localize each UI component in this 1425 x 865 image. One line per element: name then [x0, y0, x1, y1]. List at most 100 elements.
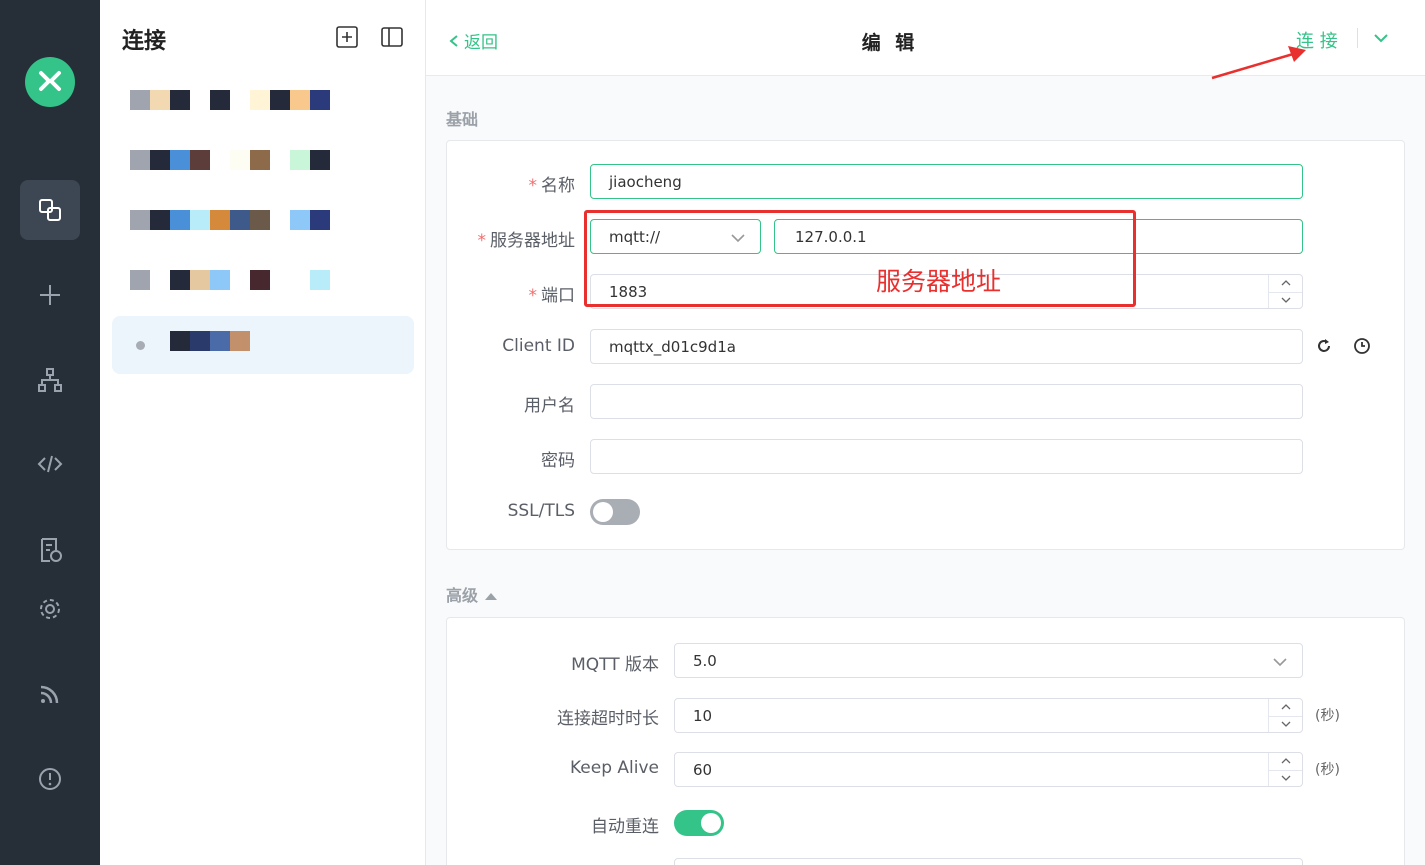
connection-name-redacted	[130, 270, 330, 290]
code-icon[interactable]	[20, 434, 80, 494]
redaction-pixel	[310, 270, 330, 290]
connections-icon[interactable]	[20, 180, 80, 240]
redaction-pixel	[190, 90, 210, 110]
redaction-pixel	[190, 210, 210, 230]
redaction-pixel	[250, 150, 270, 170]
redaction-pixel	[190, 270, 210, 290]
host-label: * 服务器地址	[477, 231, 576, 251]
connection-name-redacted	[130, 90, 330, 110]
timeout-unit: (秒)	[1315, 708, 1340, 724]
connection-name-redacted	[170, 331, 250, 351]
redaction-pixel	[310, 210, 330, 230]
redaction-pixel	[290, 270, 310, 290]
redaction-pixel	[270, 270, 290, 290]
connection-item[interactable]	[112, 70, 414, 128]
name-label: * 名称	[528, 176, 576, 196]
redaction-pixel	[250, 210, 270, 230]
ssl-label: SSL/TLS	[507, 501, 575, 521]
keepalive-input[interactable]: 60	[674, 752, 1303, 787]
chevron-up-icon[interactable]	[1281, 757, 1291, 765]
log-icon[interactable]	[20, 520, 80, 580]
keepalive-unit: (秒)	[1315, 762, 1340, 778]
redaction-pixel	[270, 210, 290, 230]
timeout-stepper[interactable]	[1268, 699, 1302, 732]
redaction-pixel	[230, 150, 250, 170]
password-label: 密码	[541, 451, 575, 471]
chevron-down-icon[interactable]	[1373, 30, 1389, 46]
chevron-down-icon[interactable]	[1281, 720, 1291, 728]
redaction-pixel	[270, 90, 290, 110]
redaction-pixel	[170, 210, 190, 230]
password-input[interactable]	[590, 439, 1303, 474]
connection-item[interactable]	[112, 130, 414, 188]
advanced-settings-card: MQTT 版本 5.0 连接超时时长 10 (秒) Keep Alive 60 …	[446, 617, 1405, 865]
next-field-input[interactable]	[674, 858, 1303, 865]
name-input[interactable]: jiaocheng	[590, 164, 1303, 199]
redaction-pixel	[170, 90, 190, 110]
redaction-pixel	[310, 90, 330, 110]
info-icon[interactable]	[20, 749, 80, 809]
redaction-pixel	[170, 270, 190, 290]
toggle-sidebar-icon[interactable]	[381, 26, 403, 48]
chevron-down-icon[interactable]	[1281, 296, 1291, 304]
feed-icon[interactable]	[20, 664, 80, 724]
redaction-pixel	[190, 150, 210, 170]
sidebar-title: 连接	[122, 29, 167, 54]
username-label: 用户名	[524, 396, 575, 416]
redaction-pixel	[210, 150, 230, 170]
redaction-pixel	[150, 150, 170, 170]
app-rail	[0, 0, 100, 865]
port-stepper[interactable]	[1268, 275, 1302, 308]
mqtt-version-select[interactable]: 5.0	[674, 643, 1303, 678]
gear-icon[interactable]	[20, 579, 80, 639]
plus-icon[interactable]	[20, 265, 80, 325]
redaction-pixel	[150, 90, 170, 110]
username-input[interactable]	[590, 384, 1303, 419]
connection-item[interactable]	[112, 250, 414, 308]
timeout-label: 连接超时时长	[557, 709, 659, 729]
divider	[1357, 28, 1358, 48]
redaction-pixel	[290, 150, 310, 170]
section-advanced-title[interactable]: 高级	[446, 582, 498, 606]
caret-up-icon	[484, 593, 497, 600]
redaction-pixel	[230, 210, 250, 230]
timeout-input[interactable]: 10	[674, 698, 1303, 733]
client-id-label: Client ID	[502, 336, 575, 356]
connection-item[interactable]	[112, 190, 414, 248]
basic-settings-card: * 名称 jiaocheng * 服务器地址 mqtt:// 127.0.0.1 *…	[446, 140, 1405, 550]
redaction-pixel	[250, 270, 270, 290]
chevron-up-icon[interactable]	[1281, 703, 1291, 711]
redaction-pixel	[290, 90, 310, 110]
mqttx-logo[interactable]	[25, 57, 75, 107]
redaction-pixel	[210, 270, 230, 290]
redaction-pixel	[210, 90, 230, 110]
redaction-pixel	[210, 210, 230, 230]
redaction-pixel	[230, 90, 250, 110]
chevron-up-icon[interactable]	[1281, 279, 1291, 287]
topology-icon[interactable]	[20, 350, 80, 410]
ssl-toggle[interactable]	[590, 499, 640, 525]
redaction-pixel	[130, 90, 150, 110]
mqtt-version-label: MQTT 版本	[571, 655, 659, 675]
connection-item-active[interactable]	[112, 316, 414, 374]
keepalive-stepper[interactable]	[1268, 753, 1302, 786]
redaction-pixel	[270, 150, 290, 170]
redaction-pixel	[230, 331, 250, 351]
section-basic-title: 基础	[446, 110, 479, 129]
connection-name-redacted	[130, 210, 330, 230]
reconnect-toggle[interactable]	[674, 810, 724, 836]
clock-icon[interactable]	[1353, 337, 1371, 355]
port-label: * 端口	[528, 286, 576, 306]
logo-icon	[39, 71, 61, 91]
redaction-pixel	[190, 331, 210, 351]
annotation-highlight-box	[584, 210, 1136, 307]
redaction-pixel	[290, 210, 310, 230]
client-id-input[interactable]: mqttx_d01c9d1a	[590, 329, 1303, 364]
new-connection-icon[interactable]	[336, 26, 358, 48]
connections-sidebar: 连接	[100, 0, 426, 865]
redaction-pixel	[210, 331, 230, 351]
refresh-icon[interactable]	[1315, 337, 1333, 355]
redaction-pixel	[150, 210, 170, 230]
chevron-down-icon[interactable]	[1281, 774, 1291, 782]
redaction-pixel	[170, 331, 190, 351]
